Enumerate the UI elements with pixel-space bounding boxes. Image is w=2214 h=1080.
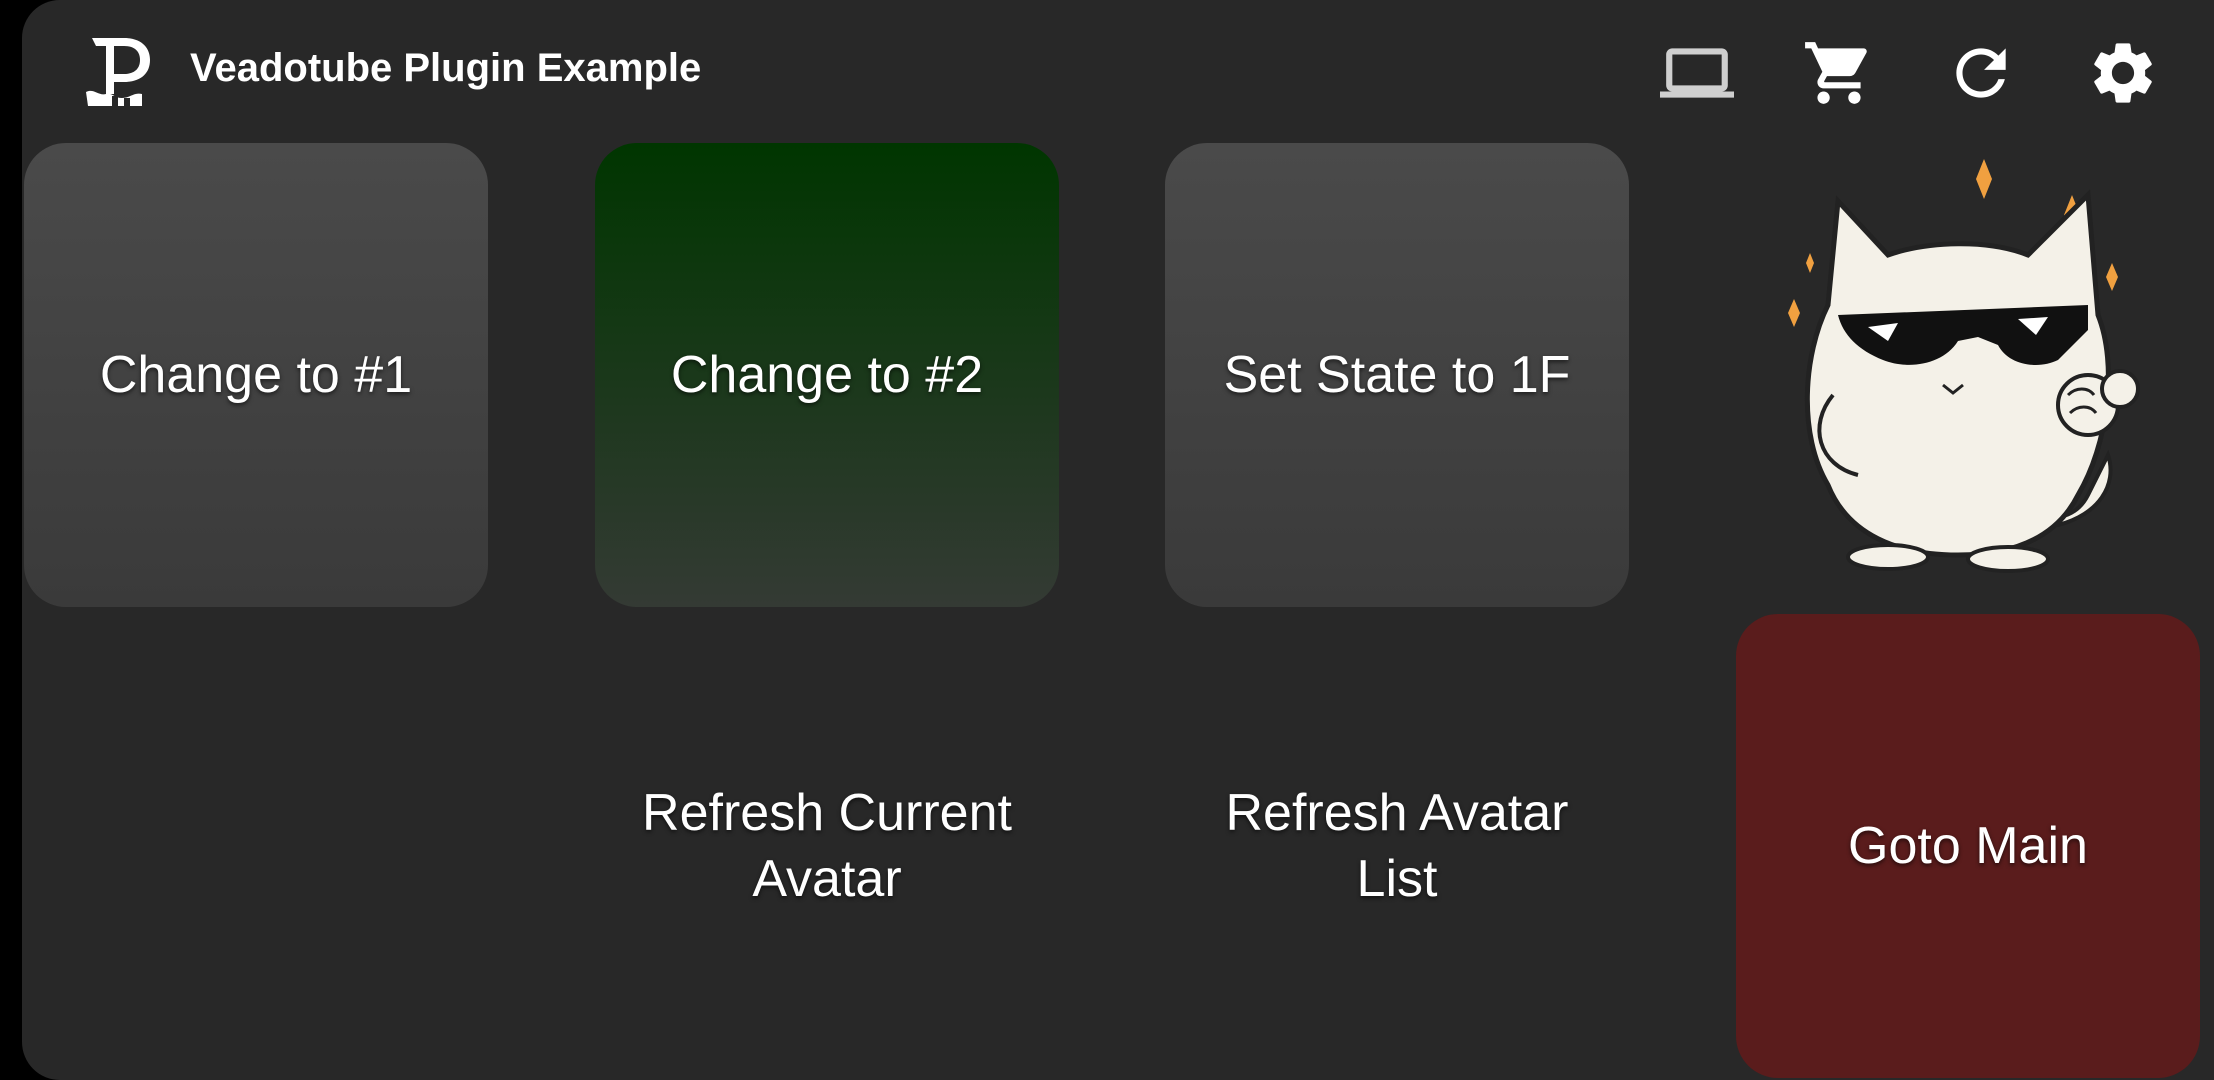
- cool-cat-sticker-button[interactable]: [1736, 143, 2200, 607]
- refresh-current-avatar-button[interactable]: Refresh Current Avatar: [595, 614, 1059, 1078]
- refresh-avatar-list-button[interactable]: Refresh Avatar List: [1165, 614, 1629, 1078]
- goto-main-button[interactable]: Goto Main: [1736, 614, 2200, 1078]
- tile-label: Change to #1: [99, 346, 413, 404]
- computer-icon[interactable]: [1660, 36, 1734, 110]
- top-bar: Veadotube Plugin Example: [22, 0, 2214, 145]
- cool-cat-sticker-image: [1788, 159, 2140, 573]
- settings-icon[interactable]: [2086, 36, 2160, 110]
- tile-label: Refresh Current Avatar: [642, 784, 1012, 908]
- empty-tile[interactable]: [24, 614, 488, 1078]
- refresh-icon[interactable]: [1944, 36, 2018, 110]
- app-screen: Veadotube Plugin Example Change to #1 Ch…: [22, 0, 2214, 1080]
- tile-label: Set State to 1F: [1223, 346, 1571, 404]
- change-to-1-button[interactable]: Change to #1: [24, 143, 488, 607]
- set-state-1f-button[interactable]: Set State to 1F: [1165, 143, 1629, 607]
- app-title: Veadotube Plugin Example: [190, 46, 702, 90]
- tile-label: Goto Main: [1848, 817, 2088, 875]
- app-logo: [84, 34, 156, 110]
- cart-icon[interactable]: [1802, 36, 1876, 110]
- tile-label: Change to #2: [670, 346, 984, 404]
- tile-label: Refresh Avatar List: [1225, 784, 1569, 908]
- change-to-2-button[interactable]: Change to #2: [595, 143, 1059, 607]
